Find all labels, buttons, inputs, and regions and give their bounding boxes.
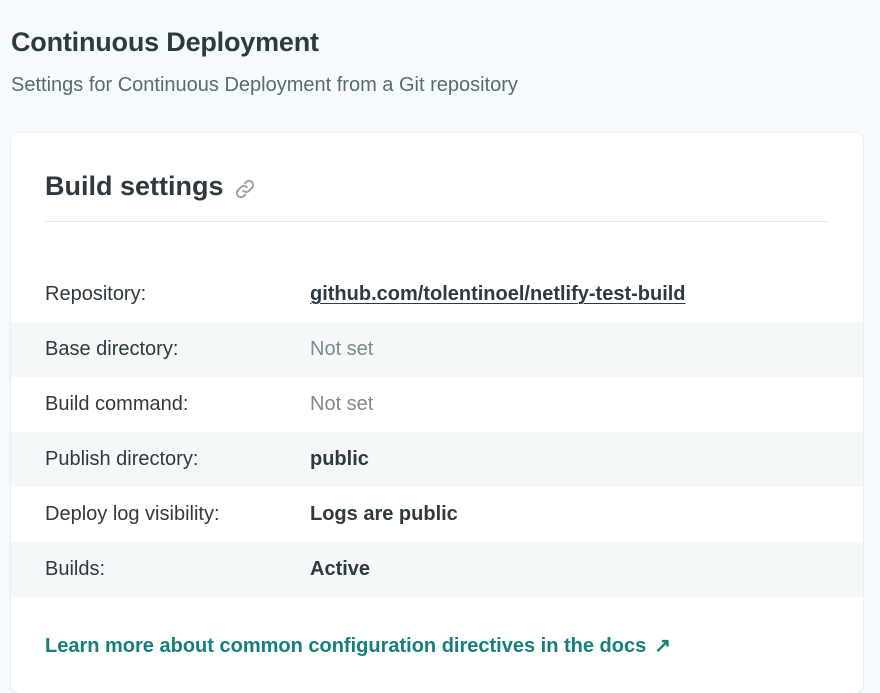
row-label: Base directory: (45, 338, 179, 360)
build-settings-card: Build settings Repository: github.com/to… (11, 133, 863, 693)
page-header: Continuous Deployment Settings for Conti… (11, 22, 518, 99)
row-value: Logs are public (310, 503, 458, 525)
row-label: Repository: (45, 283, 147, 305)
row-value: Not set (310, 393, 374, 415)
settings-row-builds: Builds: Active (11, 542, 863, 597)
row-value: Not set (310, 338, 374, 360)
card-header: Build settings (45, 166, 829, 222)
settings-row-repository: Repository: github.com/tolentinoel/netli… (11, 267, 863, 322)
row-value: Active (310, 558, 371, 580)
page-subtitle: Settings for Continuous Deployment from … (11, 74, 518, 96)
docs-link-label: Learn more about common configuration di… (45, 635, 647, 657)
row-label: Builds: (45, 558, 106, 580)
page-title: Continuous Deployment (11, 27, 319, 57)
settings-row-build-command: Build command: Not set (11, 377, 863, 432)
settings-row-publish-directory: Publish directory: public (11, 432, 863, 487)
row-label: Publish directory: (45, 448, 199, 470)
row-value: public (310, 448, 369, 470)
settings-list: Repository: github.com/tolentinoel/netli… (11, 267, 863, 597)
row-label: Deploy log visibility: (45, 503, 220, 525)
docs-link[interactable]: Learn more about common configuration di… (45, 633, 671, 658)
repository-link[interactable]: github.com/tolentinoel/netlify-test-buil… (310, 283, 686, 306)
card-title: Build settings (45, 171, 224, 201)
external-arrow-icon: ↗ (654, 635, 671, 657)
settings-row-deploy-log-visibility: Deploy log visibility: Logs are public (11, 487, 863, 542)
link-icon[interactable] (234, 178, 256, 200)
settings-row-base-directory: Base directory: Not set (11, 322, 863, 377)
row-label: Build command: (45, 393, 189, 415)
